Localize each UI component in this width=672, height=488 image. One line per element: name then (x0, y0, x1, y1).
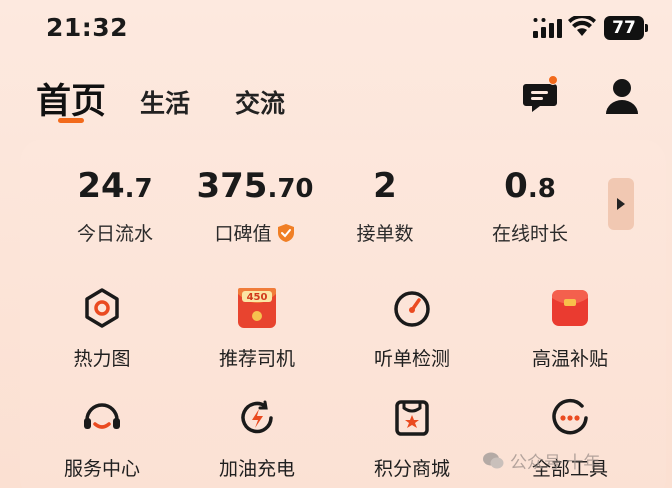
tab-life[interactable]: 生活 (140, 84, 190, 120)
stats-expand-button[interactable] (608, 178, 634, 230)
tool-points-store[interactable]: 积分商城 (342, 394, 482, 481)
stat-label-wrap: 今日流水 (50, 219, 180, 246)
stat-label: 今日流水 (76, 223, 153, 245)
stat-value: 375.70 (180, 166, 330, 209)
top-nav: 首页 生活 交流 (0, 66, 672, 126)
stat-reputation[interactable]: 375.70 口碑值 (180, 166, 330, 246)
headset-icon (84, 403, 120, 429)
stat-label: 接单数 (356, 223, 414, 245)
wechat-watermark: 公众号 十年 (482, 448, 600, 473)
stat-label-wrap: 接单数 (340, 219, 430, 246)
envelope-amount: 450 (247, 292, 268, 303)
hexagon-target-icon (85, 288, 119, 328)
driver-home-screen: 21:32 77 首页 生活 交流 24.7 今日流水 375.70 口碑值 2… (0, 0, 672, 488)
tool-label: 积分商城 (373, 458, 450, 480)
red-envelope-450-icon: 450 (238, 288, 276, 328)
dashboard-card: 24.7 今日流水 375.70 口碑值 2 接单数 0.8 在线时长 热力图 … (20, 140, 666, 488)
profile-icon[interactable] (604, 76, 640, 116)
tool-heatmap[interactable]: 热力图 (32, 284, 172, 371)
stat-today-income[interactable]: 24.7 今日流水 (50, 166, 180, 246)
stat-value-main: 375 (196, 166, 268, 206)
points-store-icon (395, 400, 429, 436)
more-tools-icon (552, 398, 588, 435)
chevron-right-icon (617, 198, 625, 210)
stat-value-decimal: .70 (267, 174, 314, 204)
tool-label: 高温补贴 (531, 348, 608, 370)
battery-level: 77 (612, 18, 636, 38)
tool-label: 听单检测 (373, 348, 450, 370)
tool-label: 加油充电 (218, 458, 295, 480)
charge-icon (241, 400, 273, 434)
gauge-icon (394, 291, 430, 327)
cellular-signal-icon (533, 18, 562, 38)
stat-orders[interactable]: 2 接单数 (340, 166, 430, 246)
stat-label: 在线时长 (491, 223, 568, 245)
tool-service-center[interactable]: 服务中心 (32, 394, 172, 481)
stat-value-main: 0 (504, 166, 528, 206)
battery-indicator: 77 (604, 16, 648, 40)
stat-label: 口碑值 (214, 223, 272, 245)
stat-label-wrap: 口碑值 (180, 219, 330, 246)
tool-recommend-driver[interactable]: 450 推荐司机 (187, 284, 327, 371)
red-packet-icon (552, 290, 588, 326)
wifi-icon (568, 16, 596, 36)
stat-value-decimal: .7 (124, 174, 153, 204)
stat-value-main: 2 (373, 166, 397, 206)
tool-heat-subsidy[interactable]: 高温补贴 (500, 284, 640, 371)
tool-label: 热力图 (73, 348, 131, 370)
tool-order-detection[interactable]: 听单检测 (342, 284, 482, 371)
stat-value: 2 (340, 166, 430, 209)
stat-value-decimal: .8 (527, 174, 556, 204)
active-tab-indicator (58, 118, 84, 123)
stat-value: 24.7 (50, 166, 180, 209)
status-time: 21:32 (46, 13, 129, 42)
verified-shield-icon (277, 223, 294, 242)
tab-home[interactable]: 首页 (36, 73, 106, 124)
stats-row: 24.7 今日流水 375.70 口碑值 2 接单数 0.8 在线时长 (20, 140, 666, 260)
status-bar: 21:32 77 (0, 0, 672, 60)
stat-value-main: 24 (77, 166, 125, 206)
tool-fuel-charge[interactable]: 加油充电 (187, 394, 327, 481)
unread-badge (548, 75, 558, 85)
stat-label-wrap: 在线时长 (475, 219, 585, 246)
watermark-text: 公众号 十年 (510, 453, 601, 473)
stat-value: 0.8 (475, 166, 585, 209)
stat-online-time[interactable]: 0.8 在线时长 (475, 166, 585, 246)
wechat-icon (483, 452, 504, 468)
tab-communication[interactable]: 交流 (235, 84, 285, 120)
tool-label: 服务中心 (63, 458, 140, 480)
tool-label: 推荐司机 (218, 348, 295, 370)
